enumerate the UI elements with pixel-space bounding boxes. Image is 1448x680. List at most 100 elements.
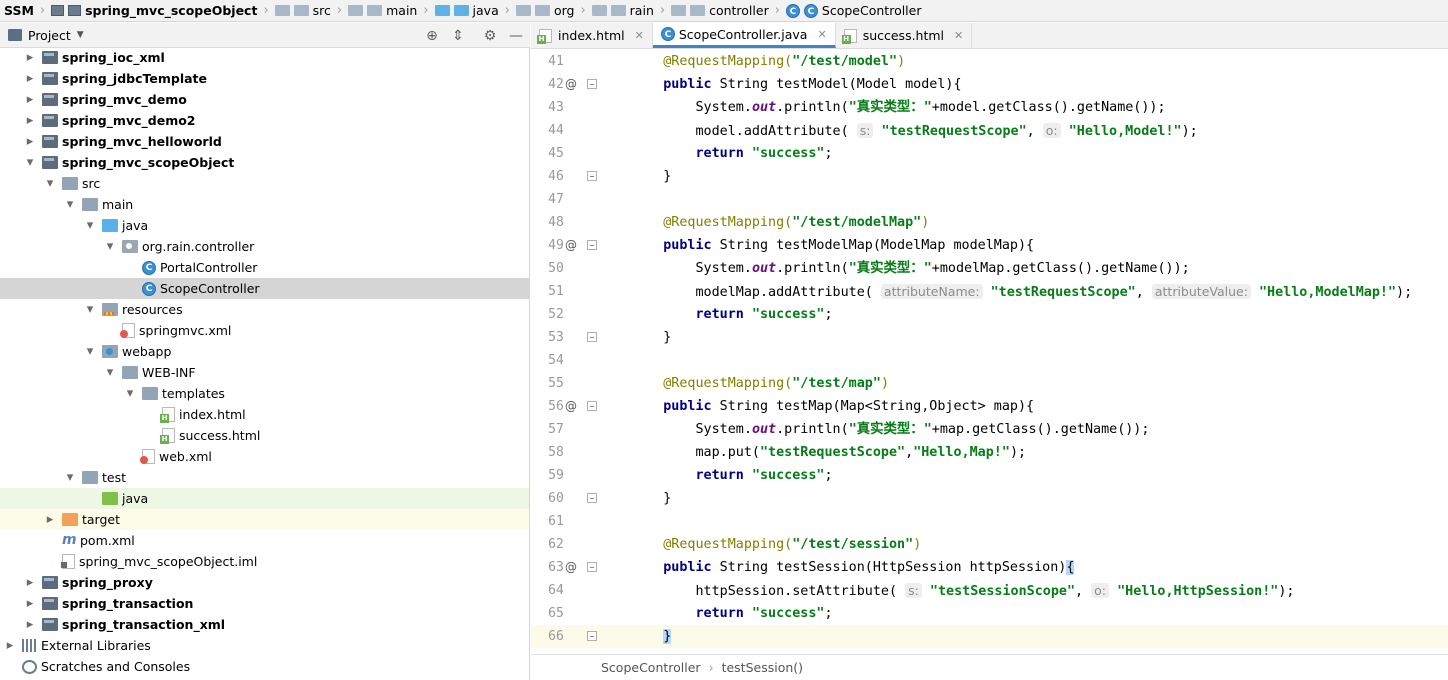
code-line[interactable]: public String testModel(Model model){: [631, 73, 961, 96]
breadcrumb-item[interactable]: controller: [671, 0, 769, 22]
tree-item[interactable]: ▸CPortalController: [0, 257, 529, 278]
tree-item[interactable]: ▸ spring_ioc_xml: [0, 47, 529, 68]
tree-item[interactable]: ▸CScopeController: [0, 278, 529, 299]
fold-marker-icon[interactable]: [587, 631, 597, 641]
code-line[interactable]: @RequestMapping("/test/map"): [631, 372, 889, 395]
override-marker-icon[interactable]: @: [563, 234, 579, 257]
tree-item[interactable]: ▾ org.rain.controller: [0, 236, 529, 257]
chevron-right-icon[interactable]: ▸: [44, 512, 56, 527]
chevron-right-icon[interactable]: ▸: [4, 638, 16, 653]
override-marker-icon[interactable]: @: [563, 395, 579, 418]
fold-marker-icon[interactable]: [587, 332, 597, 342]
tree-item[interactable]: ▸ spring_proxy: [0, 572, 529, 593]
fold-marker-icon[interactable]: [587, 240, 597, 250]
breadcrumb-item[interactable]: org: [515, 0, 574, 22]
code-line[interactable]: public String testMap(Map<String,Object>…: [631, 395, 1034, 418]
chevron-right-icon[interactable]: ▸: [24, 92, 36, 107]
chevron-down-icon[interactable]: ▾: [44, 176, 56, 191]
chevron-down-icon[interactable]: ▾: [124, 386, 136, 401]
breadcrumb-item[interactable]: spring_mvc_scopeObject: [51, 0, 257, 22]
tree-item[interactable]: ▸ target: [0, 509, 529, 530]
chevron-down-icon[interactable]: ▾: [84, 302, 96, 317]
tree-item[interactable]: ▸web.xml: [0, 446, 529, 467]
breadcrumb-item[interactable]: src: [274, 0, 331, 22]
code-line[interactable]: }: [631, 625, 672, 648]
chevron-right-icon[interactable]: ▸: [24, 134, 36, 149]
collapse-all-icon[interactable]: ⇕: [449, 27, 467, 45]
tree-item[interactable]: ▸success.html: [0, 425, 529, 446]
editor-tab[interactable]: success.html ✕: [836, 23, 973, 48]
chevron-right-icon[interactable]: ▸: [24, 50, 36, 65]
code-line[interactable]: return "success";: [631, 303, 833, 326]
code-line[interactable]: modelMap.addAttribute( attributeName: "t…: [631, 280, 1412, 303]
chevron-down-icon[interactable]: ▾: [84, 344, 96, 359]
fold-marker-icon[interactable]: [587, 562, 597, 572]
code-line[interactable]: System.out.println("真实类型："+modelMap.getC…: [631, 257, 1189, 280]
code-line[interactable]: }: [631, 326, 671, 349]
tree-item[interactable]: ▸ spring_jdbcTemplate: [0, 68, 529, 89]
code-line[interactable]: }: [631, 165, 671, 188]
breadcrumb-item[interactable]: SSM: [4, 0, 34, 22]
tree-item[interactable]: ▸ spring_mvc_demo: [0, 89, 529, 110]
fold-marker-icon[interactable]: [587, 171, 597, 181]
tree-item[interactable]: ▸ spring_mvc_helloworld: [0, 131, 529, 152]
tree-item[interactable]: ▾ webapp: [0, 341, 529, 362]
code-line[interactable]: return "success";: [631, 602, 833, 625]
tree-item[interactable]: ▾ java: [0, 215, 529, 236]
chevron-down-icon[interactable]: ▾: [104, 239, 116, 254]
chevron-down-icon[interactable]: ▼: [77, 30, 84, 40]
fold-marker-icon[interactable]: [587, 79, 597, 89]
code-line[interactable]: public String testModelMap(ModelMap mode…: [631, 234, 1034, 257]
chevron-down-icon[interactable]: ▾: [64, 470, 76, 485]
tree-item[interactable]: ▸index.html: [0, 404, 529, 425]
close-icon[interactable]: ✕: [817, 28, 826, 41]
tree-item[interactable]: ▸spring_mvc_scopeObject.iml: [0, 551, 529, 572]
tree-item[interactable]: ▾ spring_mvc_scopeObject: [0, 152, 529, 173]
tree-item[interactable]: ▾ test: [0, 467, 529, 488]
gear-icon[interactable]: ⚙: [481, 27, 499, 45]
tree-item[interactable]: ▾ resources: [0, 299, 529, 320]
code-line[interactable]: return "success";: [631, 142, 833, 165]
tree-item[interactable]: ▾ src: [0, 173, 529, 194]
tree-item[interactable]: ▸mpom.xml: [0, 530, 529, 551]
code-line[interactable]: System.out.println("真实类型："+model.getClas…: [631, 96, 1165, 119]
chevron-right-icon[interactable]: ▸: [24, 575, 36, 590]
chevron-right-icon[interactable]: ▸: [24, 113, 36, 128]
tree-item[interactable]: ▸ spring_transaction: [0, 593, 529, 614]
chevron-right-icon[interactable]: ▸: [24, 617, 36, 632]
override-marker-icon[interactable]: @: [563, 556, 579, 579]
method-crumb[interactable]: testSession(): [722, 660, 803, 675]
chevron-down-icon[interactable]: ▾: [84, 218, 96, 233]
code-line[interactable]: }: [631, 487, 671, 510]
tree-item[interactable]: ▸ External Libraries: [0, 635, 529, 656]
chevron-down-icon[interactable]: ▾: [24, 155, 36, 170]
code-line[interactable]: httpSession.setAttribute( s: "testSessio…: [631, 579, 1294, 602]
tree-item[interactable]: ▸Scratches and Consoles: [0, 656, 529, 677]
code-editor[interactable]: 41 @RequestMapping("/test/model") 42 @ pub…: [531, 50, 1448, 650]
tree-item[interactable]: ▸java: [0, 488, 529, 509]
tree-item[interactable]: ▾ main: [0, 194, 529, 215]
code-line[interactable]: System.out.println("真实类型："+map.getClass(…: [631, 418, 1149, 441]
breadcrumb-item[interactable]: main: [348, 0, 417, 22]
tree-item[interactable]: ▾ templates: [0, 383, 529, 404]
fold-marker-icon[interactable]: [587, 493, 597, 503]
chevron-down-icon[interactable]: ▾: [104, 365, 116, 380]
code-line[interactable]: @RequestMapping("/test/model"): [631, 50, 905, 73]
tree-item[interactable]: ▸springmvc.xml: [0, 320, 529, 341]
close-icon[interactable]: ✕: [954, 29, 963, 42]
locate-icon[interactable]: ⊕: [423, 27, 441, 45]
breadcrumb-item[interactable]: rain: [591, 0, 654, 22]
tree-item[interactable]: ▸ spring_mvc_demo2: [0, 110, 529, 131]
code-line[interactable]: @RequestMapping("/test/modelMap"): [631, 211, 929, 234]
code-line[interactable]: map.put("testRequestScope","Hello,Map!")…: [631, 441, 1026, 464]
tree-item[interactable]: ▾ WEB-INF: [0, 362, 529, 383]
code-line[interactable]: @RequestMapping("/test/session"): [631, 533, 921, 556]
class-crumb[interactable]: ScopeController: [601, 660, 701, 675]
minimize-icon[interactable]: —: [507, 27, 525, 45]
breadcrumb-item[interactable]: java: [434, 0, 499, 22]
fold-marker-icon[interactable]: [587, 401, 597, 411]
editor-tab[interactable]: index.html ✕: [531, 23, 653, 48]
chevron-down-icon[interactable]: ▾: [64, 197, 76, 212]
chevron-right-icon[interactable]: ▸: [24, 71, 36, 86]
tree-item[interactable]: ▸ spring_transaction_xml: [0, 614, 529, 635]
